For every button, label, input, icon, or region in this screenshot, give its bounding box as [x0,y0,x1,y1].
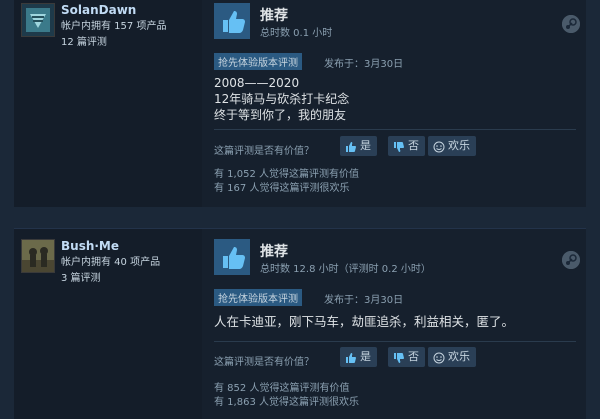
thumbs-down-icon [393,351,405,363]
helpful-count: 有 1,052 人觉得这篇评测有价值 [214,169,359,180]
helpful-question: 这篇评测是否有价值？ [214,146,314,157]
vote-yes-label: 是 [360,139,371,152]
review-text-line: 终于等到你了，我的朋友 [214,108,347,122]
review-content: 推荐 总时数 0.1 小时 抢先体验版本评测 发布于：3月30日 2008——2… [204,0,586,207]
products-owned[interactable]: 帐户内拥有 40 项产品 [61,255,160,271]
vote-yes-button[interactable]: 是 [340,136,377,156]
helpful-count: 有 852 人觉得这篇评测有价值 [214,383,350,394]
vote-no-button[interactable]: 否 [388,136,425,156]
vote-funny-button[interactable]: 欢乐 [428,136,476,156]
reviewer-name[interactable]: Bush·Me [61,239,119,253]
avatar[interactable] [21,3,55,37]
thumbs-up-icon [345,351,357,363]
reviews-count[interactable]: 3 篇评测 [61,271,101,287]
playtime: 总时数 12.8 小时（评测时 0.2 小时） [260,264,431,275]
vote-funny-button[interactable]: 欢乐 [428,347,476,367]
vote-funny-label: 欢乐 [448,139,470,152]
posted-date: 发布于：3月30日 [324,59,404,70]
thumbs-up-icon [345,140,357,152]
reviewer-panel: Bush·Me 帐户内拥有 40 项产品 3 篇评测 [14,229,202,419]
recommendation-label[interactable]: 推荐 [260,5,288,25]
vote-yes-label: 是 [360,350,371,363]
thumbs-up-icon [214,239,250,275]
reviewer-panel: SolanDawn 帐户内拥有 157 项产品 12 篇评测 [14,0,202,207]
reviewer-name[interactable]: SolanDawn [61,3,136,17]
smiley-icon [433,351,445,364]
vote-no-label: 否 [408,350,419,363]
review-card: Bush·Me 帐户内拥有 40 项产品 3 篇评测 推荐 总时数 12.8 小… [14,228,586,419]
early-access-badge: 抢先体验版本评测 [214,53,302,70]
review-content: 推荐 总时数 12.8 小时（评测时 0.2 小时） 抢先体验版本评测 发布于：… [204,229,586,419]
review-text: 2008——2020 12年骑马与砍杀打卡纪念 终于等到你了，我的朋友 [214,75,349,123]
vote-no-label: 否 [408,139,419,152]
playtime: 总时数 0.1 小时 [260,28,333,39]
products-owned[interactable]: 帐户内拥有 157 项产品 [61,19,166,35]
vote-no-button[interactable]: 否 [388,347,425,367]
review-text: 人在卡迪亚，刚下马车，劫匪追杀，利益相关，匿了。 [214,314,514,330]
vote-funny-label: 欢乐 [448,350,470,363]
vote-yes-button[interactable]: 是 [340,347,377,367]
funny-count: 有 1,863 人觉得这篇评测很欢乐 [214,397,359,408]
thumbs-up-icon [214,3,250,39]
steam-icon [562,15,580,33]
posted-date: 发布于：3月30日 [324,295,404,306]
recommendation-label[interactable]: 推荐 [260,241,288,261]
review-text-line: 人在卡迪亚，刚下马车，劫匪追杀，利益相关，匿了。 [214,314,515,329]
funny-count: 有 167 人觉得这篇评测很欢乐 [214,183,350,194]
divider [214,341,576,342]
steam-icon [562,251,580,269]
helpful-question: 这篇评测是否有价值？ [214,357,314,368]
review-text-line: 12年骑马与砍杀打卡纪念 [214,92,350,106]
reviews-count[interactable]: 12 篇评测 [61,35,107,51]
smiley-icon [433,140,445,153]
review-text-line: 2008——2020 [214,76,300,90]
early-access-badge: 抢先体验版本评测 [214,289,302,306]
review-card: SolanDawn 帐户内拥有 157 项产品 12 篇评测 推荐 总时数 0.… [14,0,586,207]
divider [214,129,576,130]
avatar[interactable] [21,239,55,273]
thumbs-down-icon [393,140,405,152]
